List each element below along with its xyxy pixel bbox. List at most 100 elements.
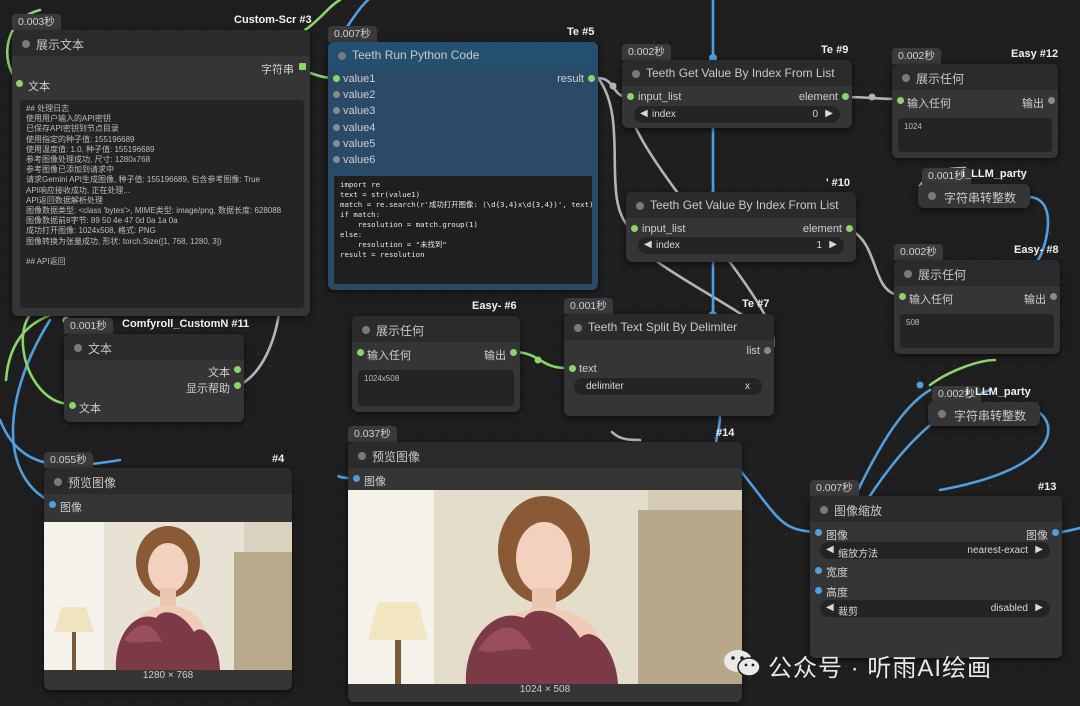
output-slot[interactable]	[510, 349, 517, 356]
node-header[interactable]: Teeth Run Python Code	[328, 42, 598, 68]
collapse-dot-icon[interactable]	[928, 192, 936, 200]
decrement-arrow-icon[interactable]: ◀	[640, 108, 648, 119]
input-slot[interactable]	[333, 75, 340, 82]
input-slot[interactable]	[333, 124, 340, 131]
increment-arrow-icon[interactable]: ▶	[1035, 602, 1043, 613]
input-slot[interactable]	[69, 402, 76, 409]
collapse-dot-icon[interactable]	[54, 478, 62, 486]
decrement-arrow-icon[interactable]: ◀	[826, 602, 834, 613]
output-slot[interactable]	[842, 93, 849, 100]
node-show-text-3[interactable]: 展示文本 字符串 文本 ## 处理日志 使用用户输入的API密钥 已保存API密…	[12, 30, 310, 316]
node-str-to-int-collapsed[interactable]: 字符串转整数	[928, 402, 1040, 426]
output-slot[interactable]	[1048, 97, 1055, 104]
decrement-arrow-icon[interactable]: ◀	[826, 544, 834, 555]
node-title: Teeth Get Value By Index From List	[646, 66, 835, 80]
input-value4: value4	[343, 122, 376, 134]
node-show-any-12[interactable]: 展示任何 输入任何 输出 1024	[892, 64, 1058, 158]
collapse-dot-icon[interactable]	[22, 40, 30, 48]
input-slot[interactable]	[569, 365, 576, 372]
output-slot[interactable]	[588, 75, 595, 82]
node-image-scale-13[interactable]: 图像缩放 图像 图像 ◀ 缩放方法 nearest-exact ▶ 宽度 高度 …	[810, 496, 1062, 658]
input-slot[interactable]	[897, 97, 904, 104]
delimiter-widget[interactable]: delimiter x	[574, 378, 762, 395]
value-display[interactable]: 1024	[898, 118, 1052, 152]
index-widget[interactable]: ◀ index 1 ▶	[638, 237, 844, 254]
input-slot[interactable]	[333, 156, 340, 163]
input-slot[interactable]	[16, 80, 23, 87]
collapse-dot-icon[interactable]	[902, 74, 910, 82]
node-header[interactable]: 图像缩放	[810, 496, 1062, 522]
collapse-dot-icon[interactable]	[74, 344, 82, 352]
node-text-split-7[interactable]: Teeth Text Split By Delimiter list text …	[564, 314, 774, 416]
collapse-dot-icon[interactable]	[338, 52, 346, 60]
node-header[interactable]: 预览图像	[348, 442, 742, 468]
collapse-dot-icon[interactable]	[636, 202, 644, 210]
output-grid-icon[interactable]	[299, 63, 306, 70]
input-slot[interactable]	[899, 293, 906, 300]
collapse-dot-icon[interactable]	[358, 452, 366, 460]
node-preview-image-14[interactable]: 预览图像 图像 1024 × 508	[348, 442, 742, 702]
input-slot[interactable]	[815, 587, 822, 594]
input-label: 输入任何	[367, 350, 411, 362]
text-display[interactable]: ## 处理日志 使用用户输入的API密钥 已保存API密钥到节点目录 使用指定的…	[20, 100, 304, 308]
input-slot[interactable]	[333, 107, 340, 114]
node-text-11[interactable]: 文本 文本 显示帮助 文本	[64, 334, 244, 422]
collapse-dot-icon[interactable]	[938, 410, 946, 418]
node-header[interactable]: Teeth Text Split By Delimiter	[564, 314, 774, 340]
output-slot[interactable]	[1050, 293, 1057, 300]
output-slot[interactable]	[234, 366, 241, 373]
node-show-any-6[interactable]: 展示任何 输入任何 输出 1024x508	[352, 316, 520, 412]
link-blue	[738, 468, 818, 534]
crop-select[interactable]: ◀ 裁剪 disabled ▶	[820, 600, 1050, 618]
input-slot[interactable]	[357, 349, 364, 356]
node-tag: Easy #12	[1011, 48, 1059, 60]
node-show-any-8[interactable]: 展示任何 输入任何 输出 508	[894, 260, 1060, 354]
node-header[interactable]: Teeth Get Value By Index From List	[622, 60, 852, 86]
scale-method-select[interactable]: ◀ 缩放方法 nearest-exact ▶	[820, 542, 1050, 560]
output-slot[interactable]	[846, 225, 853, 232]
input-slot[interactable]	[333, 140, 340, 147]
output-label: 图像	[1026, 530, 1048, 542]
output-slot[interactable]	[234, 382, 241, 389]
collapse-dot-icon[interactable]	[632, 70, 640, 78]
input-value2: value2	[343, 89, 376, 101]
node-header[interactable]: 展示文本	[12, 30, 310, 56]
node-get-value-10[interactable]: Teeth Get Value By Index From List input…	[626, 192, 856, 262]
input-slot[interactable]	[815, 567, 822, 574]
widget-label: 缩放方法	[838, 549, 878, 560]
node-get-value-9[interactable]: Teeth Get Value By Index From List input…	[622, 60, 852, 128]
input-slot[interactable]	[49, 501, 56, 508]
collapse-dot-icon[interactable]	[820, 506, 828, 514]
widget-label: index	[652, 109, 676, 120]
output-slot[interactable]	[764, 347, 771, 354]
collapse-dot-icon[interactable]	[574, 324, 582, 332]
node-tag: #4	[272, 453, 285, 465]
increment-arrow-icon[interactable]: ▶	[1035, 544, 1043, 555]
value-display[interactable]: 1024x508	[358, 370, 514, 406]
output-slot[interactable]	[1052, 529, 1059, 536]
input-slot[interactable]	[353, 475, 360, 482]
node-header[interactable]: 预览图像	[44, 468, 292, 494]
node-str-to-int-collapsed[interactable]: 字符串转整数	[918, 184, 1030, 208]
collapse-dot-icon[interactable]	[362, 326, 370, 334]
node-header[interactable]: 展示任何	[894, 260, 1060, 286]
node-header[interactable]: Teeth Get Value By Index From List	[626, 192, 856, 218]
index-widget[interactable]: ◀ index 0 ▶	[634, 106, 840, 123]
increment-arrow-icon[interactable]: ▶	[825, 108, 833, 119]
node-header[interactable]: 展示任何	[892, 64, 1058, 90]
input-slot[interactable]	[631, 225, 638, 232]
input-slot[interactable]	[627, 93, 634, 100]
node-preview-image-4[interactable]: 预览图像 图像 1280 × 768	[44, 468, 292, 690]
value-display[interactable]: 508	[900, 314, 1054, 348]
node-header[interactable]: 文本	[64, 334, 244, 360]
code-editor[interactable]: import re text = str(value1) match = re.…	[334, 176, 592, 284]
decrement-arrow-icon[interactable]: ◀	[644, 239, 652, 250]
collapse-dot-icon[interactable]	[904, 270, 912, 278]
input-slot[interactable]	[333, 91, 340, 98]
node-python-code-5[interactable]: Teeth Run Python Code result value1 valu…	[328, 42, 598, 290]
increment-arrow-icon[interactable]: ▶	[829, 239, 837, 250]
node-header[interactable]: 展示任何	[352, 316, 520, 342]
input-slot[interactable]	[815, 529, 822, 536]
preview-image[interactable]	[348, 490, 742, 684]
preview-image[interactable]	[44, 522, 292, 670]
